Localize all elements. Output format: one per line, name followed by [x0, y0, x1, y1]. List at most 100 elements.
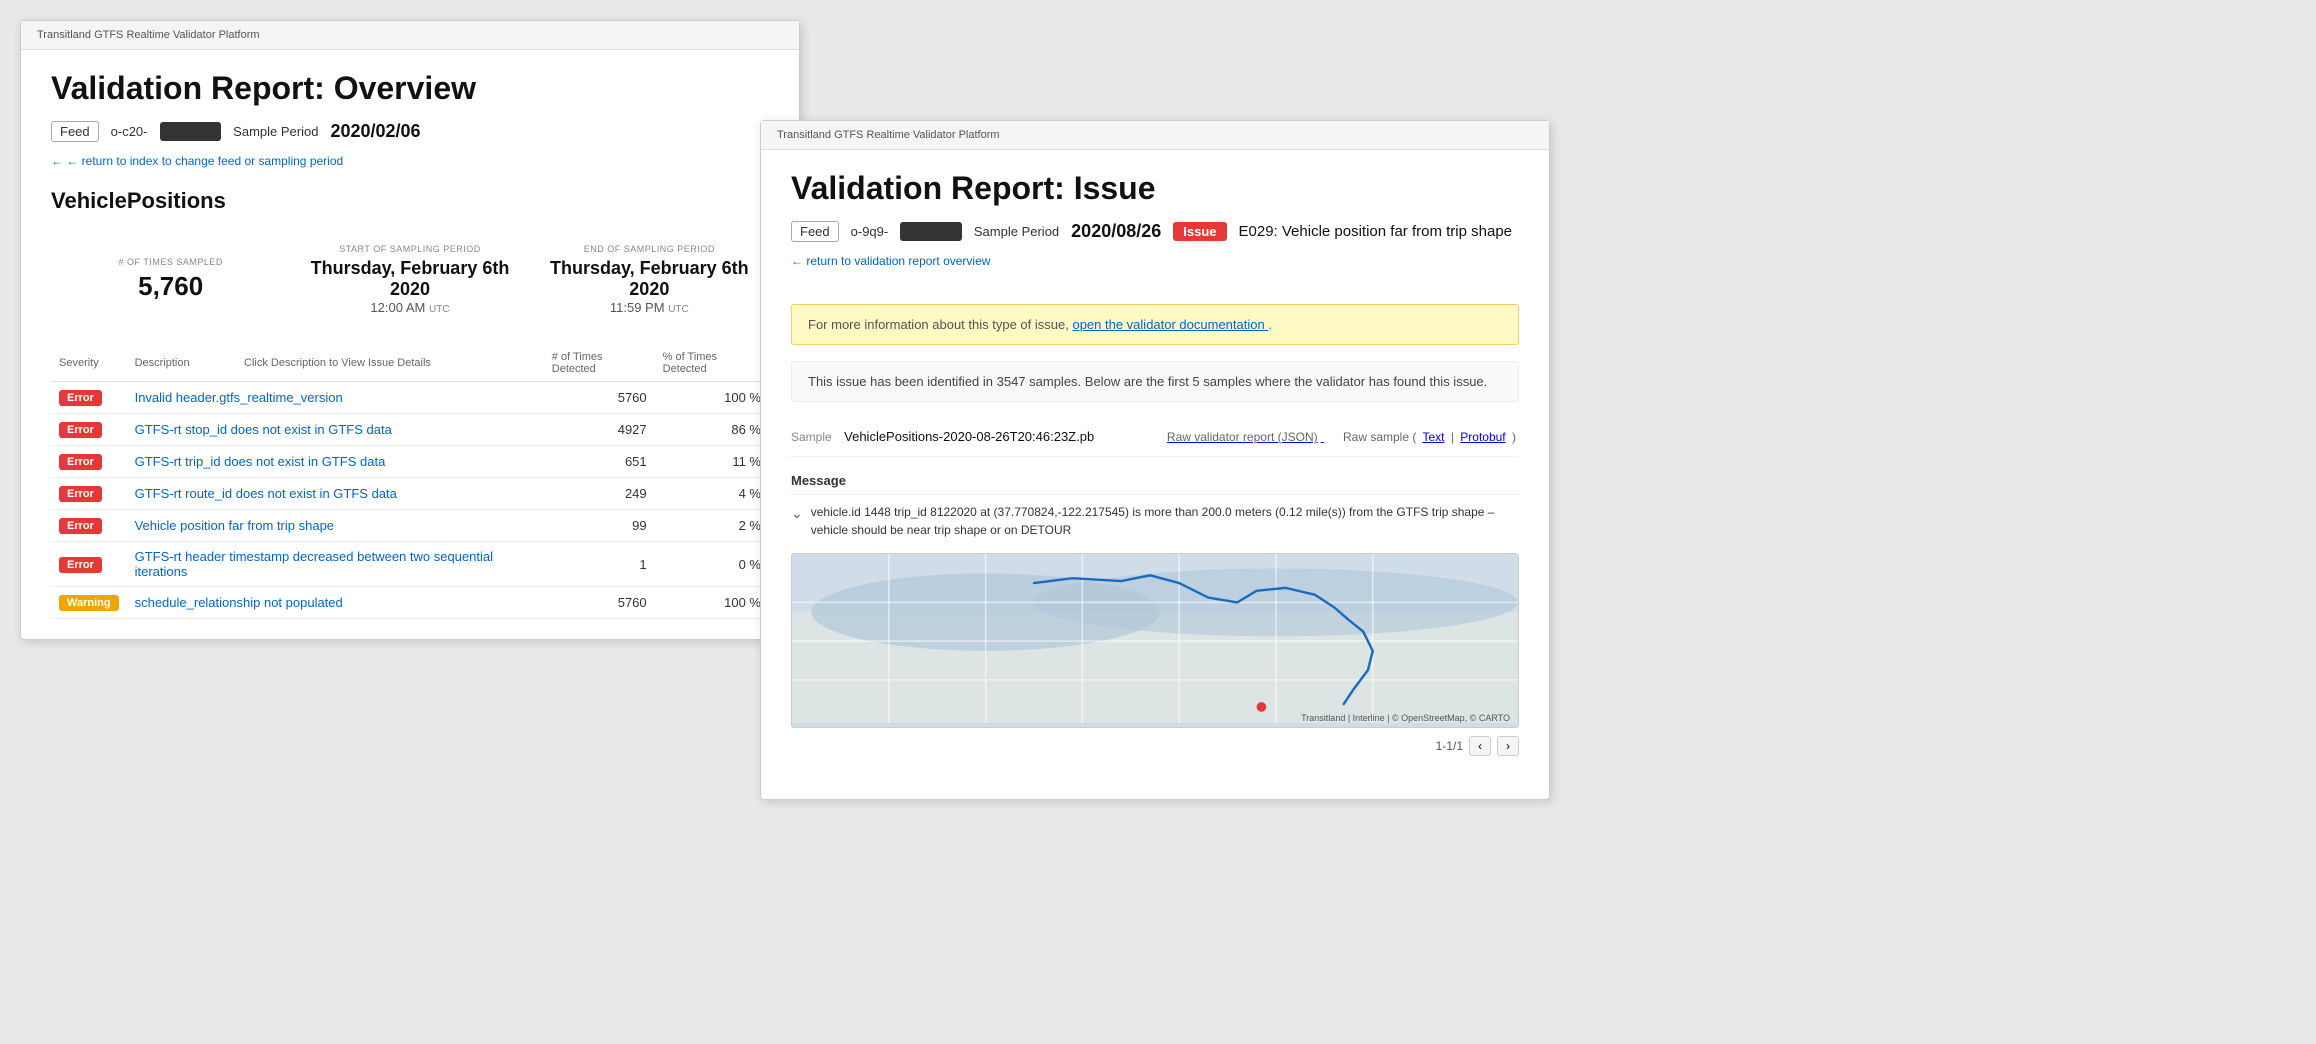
description-cell: GTFS-rt stop_id does not exist in GTFS d…	[127, 414, 544, 446]
col-percent: % of Times Detected	[655, 345, 769, 382]
table-row: Error Vehicle position far from trip shap…	[51, 510, 769, 542]
overview-sample-period-label: Sample Period	[233, 124, 318, 139]
stat-start-label: Start of Sampling Period	[290, 244, 529, 254]
description-cell: schedule_relationship not populated	[127, 587, 544, 619]
issue-badge: Issue	[1173, 222, 1226, 241]
message-section: Message ⌄ vehicle.id 1448 trip_id 812202…	[791, 467, 1519, 539]
severity-cell: Error	[51, 542, 127, 587]
description-cell: GTFS-rt trip_id does not exist in GTFS d…	[127, 446, 544, 478]
issue-description-link[interactable]: Vehicle position far from trip shape	[135, 518, 334, 533]
message-header: Message	[791, 467, 1519, 495]
issue-feed-row: Feed o-9q9- Sample Period 2020/08/26 Iss…	[791, 221, 1519, 242]
table-row: Error GTFS-rt stop_id does not exist in G…	[51, 414, 769, 446]
issue-sample-period-label: Sample Period	[974, 224, 1059, 239]
sample-info-box: This issue has been identified in 3547 s…	[791, 361, 1519, 402]
issue-feed-id: o-9q9-	[851, 224, 889, 239]
sample-filename: VehiclePositions-2020-08-26T20:46:23Z.pb	[844, 429, 1094, 444]
issue-description-link[interactable]: GTFS-rt header timestamp decreased betwe…	[135, 549, 493, 579]
times-cell: 5760	[544, 382, 655, 414]
sample-links: Raw validator report (JSON) Raw sample (…	[1164, 430, 1519, 444]
table-row: Error GTFS-rt route_id does not exist in …	[51, 478, 769, 510]
times-cell: 1	[544, 542, 655, 587]
overview-section-title: VehiclePositions	[51, 188, 769, 214]
map-container: Transitland | Interline | © OpenStreetMa…	[791, 553, 1519, 728]
sample-name-group: Sample VehiclePositions-2020-08-26T20:46…	[791, 428, 1094, 446]
percent-cell: 4 %	[655, 478, 769, 510]
severity-cell: Error	[51, 478, 127, 510]
percent-cell: 86 %	[655, 414, 769, 446]
overview-panel: Transitland GTFS Realtime Validator Plat…	[20, 20, 800, 640]
table-row: Warning schedule_relationship not populat…	[51, 587, 769, 619]
map-attribution: Transitland | Interline | © OpenStreetMa…	[1301, 713, 1510, 723]
percent-cell: 11 %	[655, 446, 769, 478]
overview-feed-row: Feed o-c20- Sample Period 2020/02/06	[51, 121, 769, 142]
overview-header-title: Transitland GTFS Realtime Validator Plat…	[37, 29, 260, 41]
times-cell: 5760	[544, 587, 655, 619]
issue-feed-label: Feed	[791, 221, 839, 242]
stat-start-utc: UTC	[429, 304, 450, 315]
pagination-row: 1-1/1 ‹ ›	[791, 728, 1519, 756]
chevron-down-icon[interactable]: ⌄	[791, 503, 803, 522]
severity-cell: Warning	[51, 587, 127, 619]
issue-feed-id-redacted	[900, 222, 962, 241]
stat-start-period: Start of Sampling Period Thursday, Febru…	[290, 244, 529, 315]
stat-times-value: 5,760	[51, 271, 290, 302]
issue-back-link[interactable]: return to validation report overview	[791, 254, 990, 268]
issue-sample-period-value: 2020/08/26	[1071, 221, 1161, 242]
issue-description-link[interactable]: GTFS-rt trip_id does not exist in GTFS d…	[135, 454, 386, 469]
issue-description-link[interactable]: GTFS-rt route_id does not exist in GTFS …	[135, 486, 397, 501]
sample-row: Sample VehiclePositions-2020-08-26T20:46…	[791, 418, 1519, 457]
next-page-button[interactable]: ›	[1497, 736, 1519, 756]
description-cell: Vehicle position far from trip shape	[127, 510, 544, 542]
info-banner: For more information about this type of …	[791, 304, 1519, 345]
stat-start-time: 12:00 AM	[370, 300, 425, 315]
severity-cell: Error	[51, 414, 127, 446]
overview-stats-row: # of Times Sampled 5,760 Start of Sampli…	[51, 234, 769, 325]
raw-protobuf-link[interactable]: Protobuf	[1460, 430, 1505, 444]
issue-page-title: Validation Report: Issue	[791, 170, 1519, 207]
issue-description-link[interactable]: Invalid header.gtfs_realtime_version	[135, 390, 343, 405]
overview-back-link[interactable]: ← return to index to change feed or samp…	[51, 154, 343, 168]
severity-badge: Error	[59, 390, 102, 406]
overview-feed-id: o-c20-	[111, 124, 148, 139]
percent-cell: 100 %	[655, 382, 769, 414]
table-row: Error GTFS-rt header timestamp decreased …	[51, 542, 769, 587]
raw-report-link[interactable]: Raw validator report (JSON)	[1164, 430, 1324, 444]
description-cell: Invalid header.gtfs_realtime_version	[127, 382, 544, 414]
description-cell: GTFS-rt header timestamp decreased betwe…	[127, 542, 544, 587]
times-cell: 249	[544, 478, 655, 510]
overview-feed-id-redacted	[160, 122, 222, 141]
issue-header-title: Transitland GTFS Realtime Validator Plat…	[777, 129, 1000, 141]
severity-badge: Error	[59, 557, 102, 573]
percent-cell: 2 %	[655, 510, 769, 542]
stat-end-label: End of Sampling Period	[530, 244, 769, 254]
stat-end-time: 11:59 PM	[610, 300, 665, 315]
prev-page-button[interactable]: ‹	[1469, 736, 1491, 756]
validator-doc-link[interactable]: open the validator documentation	[1072, 317, 1268, 332]
times-cell: 99	[544, 510, 655, 542]
issues-table: Severity Description Click Description t…	[51, 345, 769, 619]
percent-cell: 0 %	[655, 542, 769, 587]
issue-panel-header: Transitland GTFS Realtime Validator Plat…	[761, 121, 1549, 150]
sample-info-text: This issue has been identified in 3547 s…	[808, 374, 1487, 389]
sample-label: Sample	[791, 430, 832, 444]
issue-description-link[interactable]: schedule_relationship not populated	[135, 595, 343, 610]
overview-feed-label: Feed	[51, 121, 99, 142]
issue-description-link[interactable]: GTFS-rt stop_id does not exist in GTFS d…	[135, 422, 392, 437]
pagination-text: 1-1/1	[1436, 739, 1463, 753]
raw-text-link[interactable]: Text	[1422, 430, 1444, 444]
severity-badge: Error	[59, 518, 102, 534]
severity-cell: Error	[51, 382, 127, 414]
table-row: ErrorGTFS-rt trip_id does not exist in G…	[51, 446, 769, 478]
issue-code-text: E029: Vehicle position far from trip sha…	[1239, 223, 1513, 240]
col-severity: Severity	[51, 345, 127, 382]
overview-sample-period-value: 2020/02/06	[330, 121, 420, 142]
severity-cell: Error	[51, 510, 127, 542]
severity-badge: Error	[59, 486, 102, 502]
severity-badge: Error	[59, 422, 102, 438]
percent-cell: 100 %	[655, 587, 769, 619]
overview-page-title: Validation Report: Overview	[51, 70, 769, 107]
col-description: Description	[127, 345, 236, 382]
stat-times-sampled: # of Times Sampled 5,760	[51, 257, 290, 302]
stat-times-label: # of Times Sampled	[51, 257, 290, 267]
